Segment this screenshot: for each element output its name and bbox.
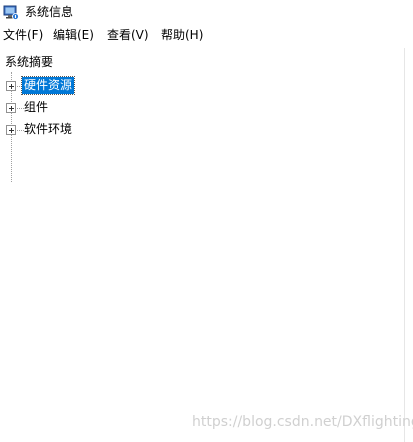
expand-plus-icon[interactable] bbox=[6, 125, 16, 135]
menu-view[interactable]: 查看(V) bbox=[107, 24, 149, 46]
menu-file[interactable]: 文件(F) bbox=[3, 24, 43, 46]
pane-splitter[interactable] bbox=[404, 48, 413, 442]
tree-pane[interactable]: 系统摘要 硬件资源 组件 软件环境 bbox=[0, 48, 405, 442]
title-bar: 系统信息 bbox=[0, 0, 413, 24]
tree-node-label[interactable]: 组件 bbox=[22, 99, 50, 116]
menu-help[interactable]: 帮助(H) bbox=[161, 24, 203, 46]
tree-node-label[interactable]: 软件环境 bbox=[22, 121, 74, 138]
expand-plus-icon[interactable] bbox=[6, 103, 16, 113]
expand-plus-icon[interactable] bbox=[6, 81, 16, 91]
menu-bar: 文件(F) 编辑(E) 查看(V) 帮助(H) bbox=[0, 24, 413, 46]
tree-node-label[interactable]: 硬件资源 bbox=[20, 76, 76, 95]
system-info-icon bbox=[3, 4, 19, 20]
window-title: 系统信息 bbox=[25, 5, 74, 19]
menu-edit[interactable]: 编辑(E) bbox=[53, 24, 94, 46]
tree-root-system-summary[interactable]: 系统摘要 bbox=[5, 54, 53, 70]
watermark-text: https://blog.csdn.net/DXflighting bbox=[192, 414, 413, 430]
